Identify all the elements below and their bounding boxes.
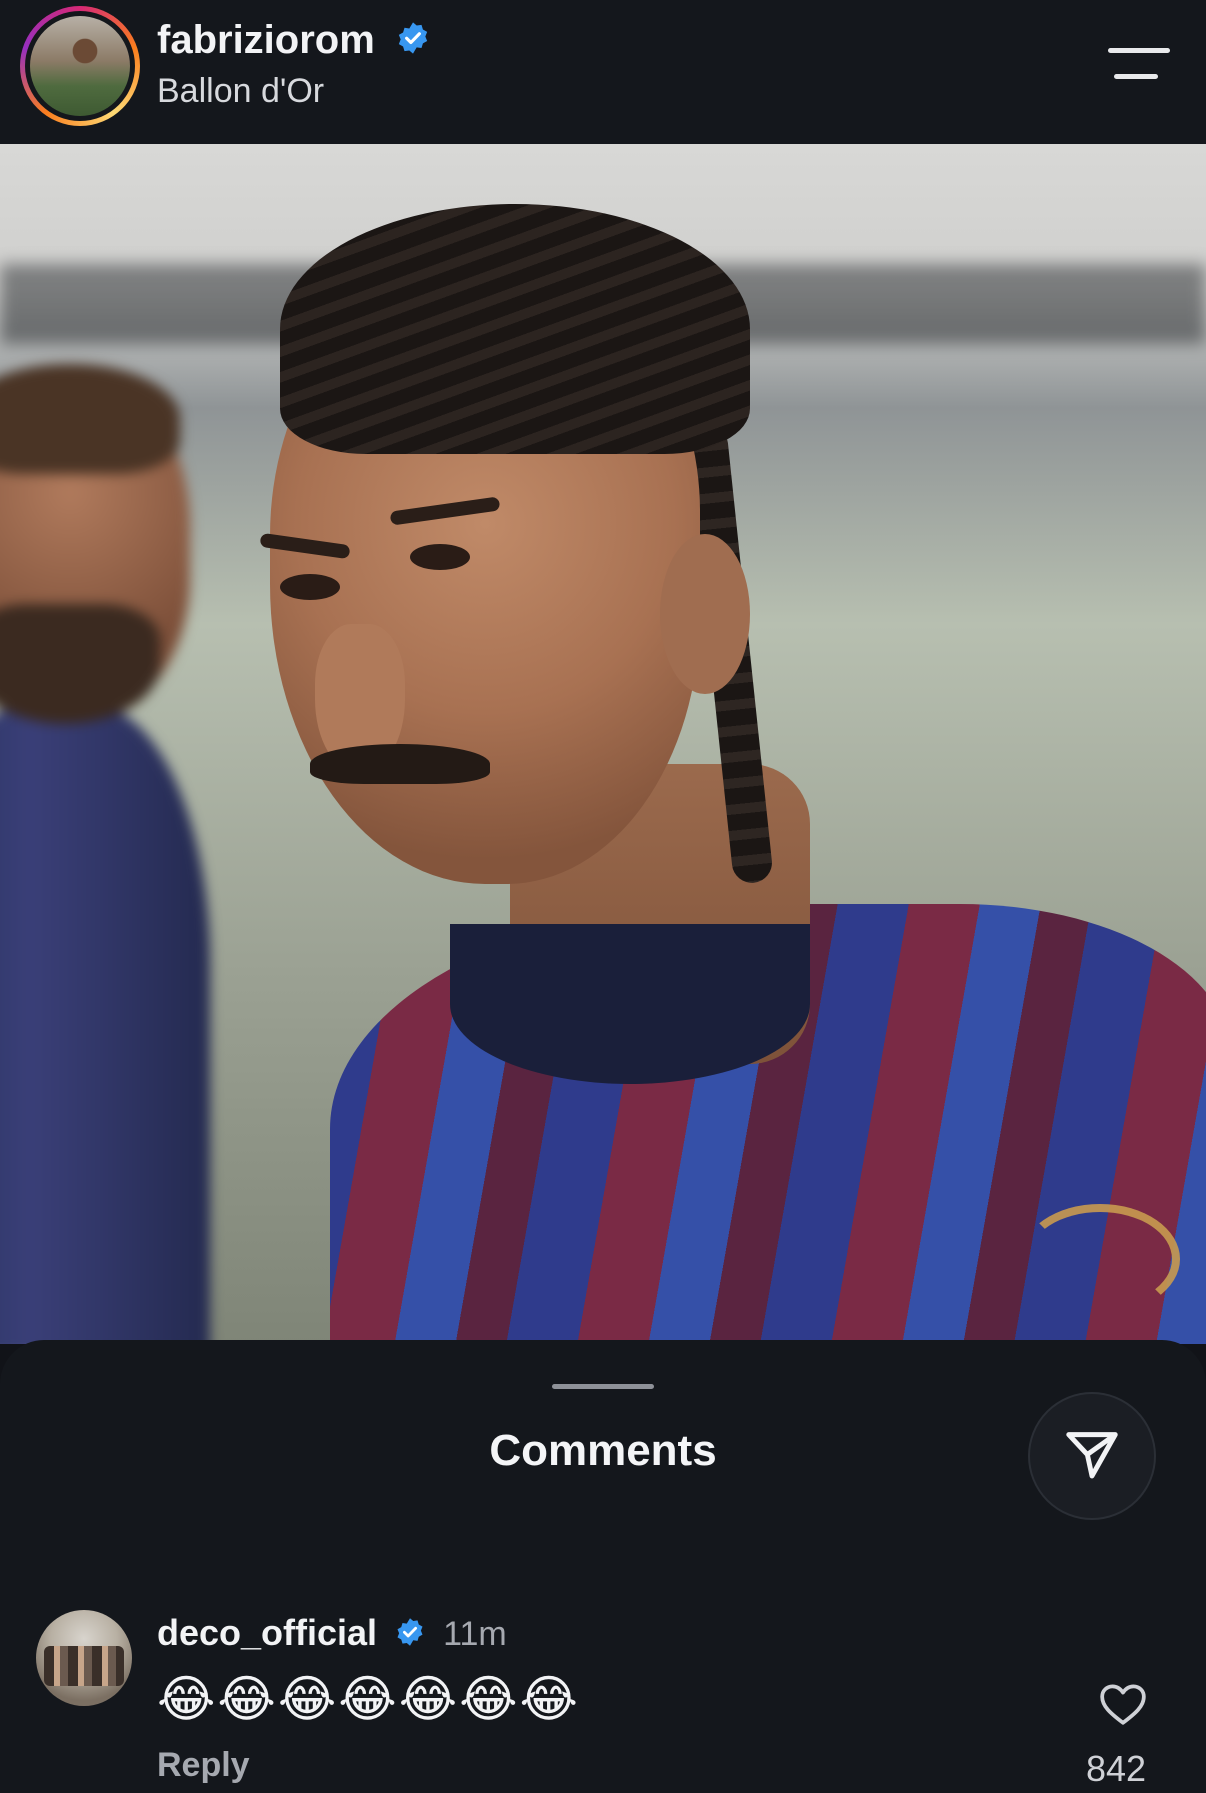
photo-background-person xyxy=(0,364,250,1344)
like-count: 842 xyxy=(1086,1748,1147,1789)
subject-eye-left xyxy=(280,574,340,600)
avatar-border xyxy=(25,11,135,121)
commenter-username-text: deco_official xyxy=(157,1612,378,1653)
comment-timestamp: 11m xyxy=(443,1615,507,1653)
comments-title: Comments xyxy=(489,1426,717,1475)
subject-hair xyxy=(280,204,750,454)
bg-person-hair xyxy=(0,364,180,474)
heart-icon[interactable] xyxy=(1098,1680,1148,1726)
reply-button[interactable]: Reply xyxy=(157,1746,250,1785)
comments-sheet: Comments deco_official 11m 😂😂😂😂😂😂😂 Reply xyxy=(0,1340,1206,1793)
avatar-group-photo xyxy=(44,1646,124,1686)
post-header: fabriziorom Ballon d'Or xyxy=(0,0,1206,144)
comment-text: 😂😂😂😂😂😂😂 xyxy=(157,1671,580,1727)
subject-mustache xyxy=(310,744,490,784)
subject-eye-right xyxy=(410,544,470,570)
bg-person-beard xyxy=(0,604,160,724)
verified-badge-icon xyxy=(395,1614,425,1656)
username-link[interactable]: fabriziorom xyxy=(157,18,430,65)
story-avatar[interactable] xyxy=(20,6,140,126)
subject-ear xyxy=(660,534,750,694)
commenter-username[interactable]: deco_official 11m xyxy=(157,1612,507,1656)
username-text: fabriziorom xyxy=(157,18,375,62)
menu-icon[interactable] xyxy=(1108,46,1172,86)
verified-badge-icon xyxy=(396,20,430,65)
post-subtitle: Ballon d'Or xyxy=(157,72,325,110)
send-icon xyxy=(1061,1423,1123,1490)
photo-subject xyxy=(259,204,1206,1344)
menu-line-top xyxy=(1108,48,1170,53)
share-button[interactable] xyxy=(1028,1392,1156,1520)
post-photo[interactable] xyxy=(0,144,1206,1344)
subject-collar xyxy=(450,924,810,1084)
shirt-sponsor-logo xyxy=(1020,1204,1180,1314)
sheet-grabber-handle[interactable] xyxy=(552,1384,654,1389)
comment-item: deco_official 11m 😂😂😂😂😂😂😂 Reply 842 xyxy=(0,1610,1206,1793)
commenter-avatar[interactable] xyxy=(36,1610,132,1706)
bg-person-body xyxy=(0,704,210,1344)
avatar-image xyxy=(30,16,130,116)
menu-line-bottom xyxy=(1114,74,1158,79)
